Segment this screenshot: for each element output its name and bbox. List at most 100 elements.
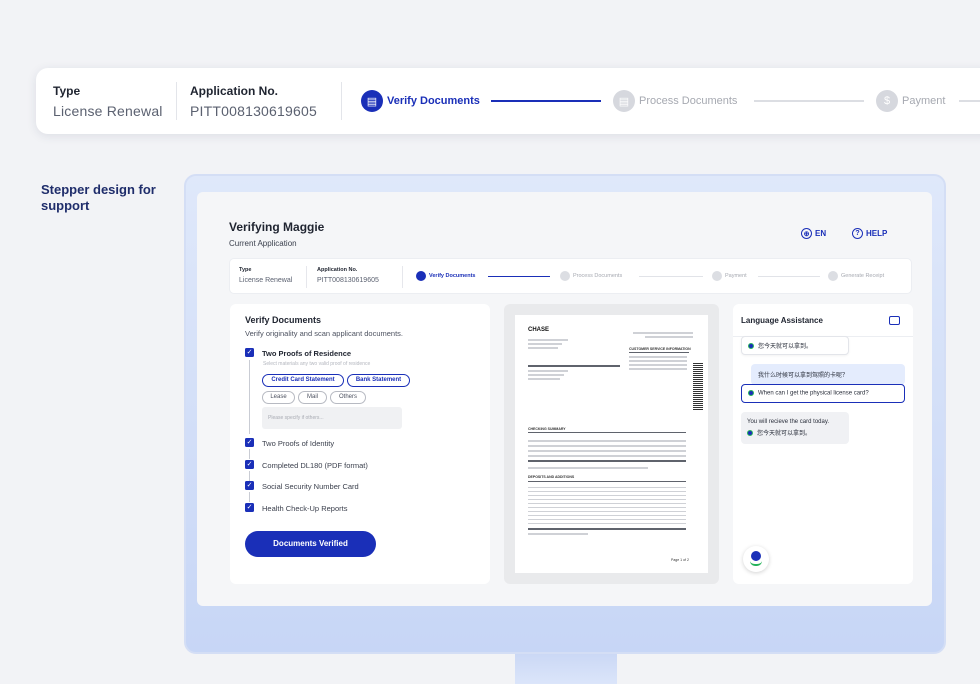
assistant-avatar-button[interactable]: [743, 546, 769, 572]
checklist-item-identity: Two Proofs of Identity: [262, 439, 335, 448]
checklist-connector: [249, 471, 250, 481]
rule: [528, 481, 686, 482]
language-button[interactable]: ⊕ EN: [801, 228, 826, 239]
table-line: [528, 511, 686, 512]
application-number-value: PITT008130619605: [190, 103, 317, 119]
panel-title: Language Assistance: [741, 316, 823, 325]
checkbox-residence[interactable]: ✓: [245, 348, 254, 357]
application-number-label: Application No.: [190, 84, 278, 98]
panel-title: Verify Documents: [245, 315, 322, 325]
type-value: License Renewal: [239, 277, 293, 284]
text-line: [629, 356, 687, 358]
type-field: Type License Renewal: [53, 84, 163, 119]
application-number-value: PITT008130619605: [317, 277, 379, 284]
document-icon: [416, 271, 426, 281]
rule: [528, 432, 686, 433]
checkbox-health[interactable]: ✓: [245, 503, 254, 512]
step-label: Verify Documents: [387, 95, 480, 107]
assistant-logo-icon: [748, 343, 754, 350]
dollar-icon: [712, 271, 722, 281]
specify-others-input[interactable]: Please specify if others...: [262, 407, 402, 429]
help-button[interactable]: ? HELP: [852, 228, 887, 239]
divider: [341, 82, 342, 120]
documents-verified-button[interactable]: Documents Verified: [245, 531, 376, 557]
document-icon: ▤: [613, 90, 635, 112]
chip-mail[interactable]: Mail: [298, 391, 327, 404]
monitor-stand: [515, 654, 617, 684]
step-payment[interactable]: Payment: [712, 271, 747, 281]
step-payment[interactable]: $ Payment: [876, 90, 945, 112]
step-label: Process Documents: [639, 95, 738, 107]
step-process-documents[interactable]: ▤ Process Documents: [613, 90, 737, 112]
assistant-logo-icon: [747, 430, 753, 437]
checklist-connector: [249, 449, 250, 459]
table-line: [528, 445, 686, 447]
divider: [402, 266, 403, 288]
checklist-connector: [249, 360, 250, 434]
chase-logo: CHASE: [528, 327, 550, 333]
application-stepper-card: Type License Renewal Application No. PIT…: [36, 68, 980, 134]
page-number: Page 1 of 2: [671, 558, 689, 562]
message-text: When can I get the physical license card…: [758, 390, 869, 397]
text-line: [629, 368, 687, 370]
verify-documents-panel: Verify Documents Verify originality and …: [230, 304, 490, 584]
chip-lease[interactable]: Lease: [262, 391, 295, 404]
text-line: [528, 343, 562, 345]
divider: [176, 82, 177, 120]
document-preview: CHASE CUSTOMER SERVICE INFORMATION CHECK…: [504, 304, 719, 584]
table-line: [528, 460, 686, 462]
checkbox-ssn[interactable]: ✓: [245, 481, 254, 490]
step-verify-documents[interactable]: Verify Documents: [416, 271, 475, 281]
step-generate-receipt[interactable]: Generate Receipt: [828, 271, 884, 281]
checklist-item-dl180: Completed DL180 (PDF format): [262, 461, 368, 470]
checkbox-identity[interactable]: ✓: [245, 438, 254, 447]
step-connector-pending: [639, 276, 703, 277]
table-line: [528, 515, 686, 516]
chat-icon[interactable]: [889, 316, 900, 325]
step-connector-complete: [488, 276, 550, 277]
checklist-item-ssn: Social Security Number Card: [262, 482, 359, 491]
checkbox-dl180[interactable]: ✓: [245, 460, 254, 469]
help-label: HELP: [866, 229, 888, 238]
step-label: Process Documents: [573, 273, 623, 279]
text-line: [645, 336, 693, 338]
table-line: [528, 499, 686, 500]
barcode: [693, 363, 703, 411]
document-icon: ▤: [361, 90, 383, 112]
chip-others[interactable]: Others: [330, 391, 366, 404]
type-label: Type: [53, 84, 81, 98]
table-line: [528, 519, 686, 520]
assistant-logo-icon: [751, 551, 761, 561]
step-connector-pending: [959, 100, 980, 102]
application-number-field: Application No. PITT008130619605: [190, 84, 317, 119]
message-text: 您今天就可以拿到。: [757, 431, 812, 437]
text-line: [528, 374, 564, 376]
step-process-documents[interactable]: Process Documents: [560, 271, 622, 281]
chip-credit-card-statement[interactable]: Credit Card Statement: [262, 374, 344, 387]
checklist-item-health: Health Check-Up Reports: [262, 504, 348, 513]
panel-subtitle: Verify originality and scan applicant do…: [245, 329, 404, 338]
chat-message-user: 我什么时候可以拿到驾照的卡呢？: [751, 364, 905, 385]
table-line: [528, 528, 686, 530]
logo-smile: [750, 561, 762, 566]
table-line: [528, 455, 686, 457]
text-line: [528, 467, 648, 469]
table-line: [528, 440, 686, 442]
page-title: Verifying Maggie: [229, 220, 325, 234]
type-value: License Renewal: [53, 103, 163, 119]
message-text: You will recieve the card today.: [747, 419, 830, 425]
language-assistance-panel: Language Assistance 您今天就可以拿到。 我什么时候可以拿到驾…: [733, 304, 913, 584]
step-verify-documents[interactable]: ▤ Verify Documents: [361, 90, 480, 112]
chip-bank-statement[interactable]: Bank Statement: [347, 374, 410, 387]
assistant-logo-icon: [748, 390, 754, 396]
bank-statement-document: CHASE CUSTOMER SERVICE INFORMATION CHECK…: [515, 315, 708, 573]
table-line: [528, 507, 686, 508]
step-label: Payment: [725, 273, 747, 279]
text-line: [528, 533, 588, 535]
language-label: EN: [815, 229, 827, 238]
globe-icon: ⊕: [801, 228, 812, 239]
chat-message-translation: When can I get the physical license card…: [741, 384, 905, 403]
text-line: [528, 347, 558, 349]
chat-message: 您今天就可以拿到。: [741, 336, 849, 355]
table-line: [528, 495, 686, 496]
